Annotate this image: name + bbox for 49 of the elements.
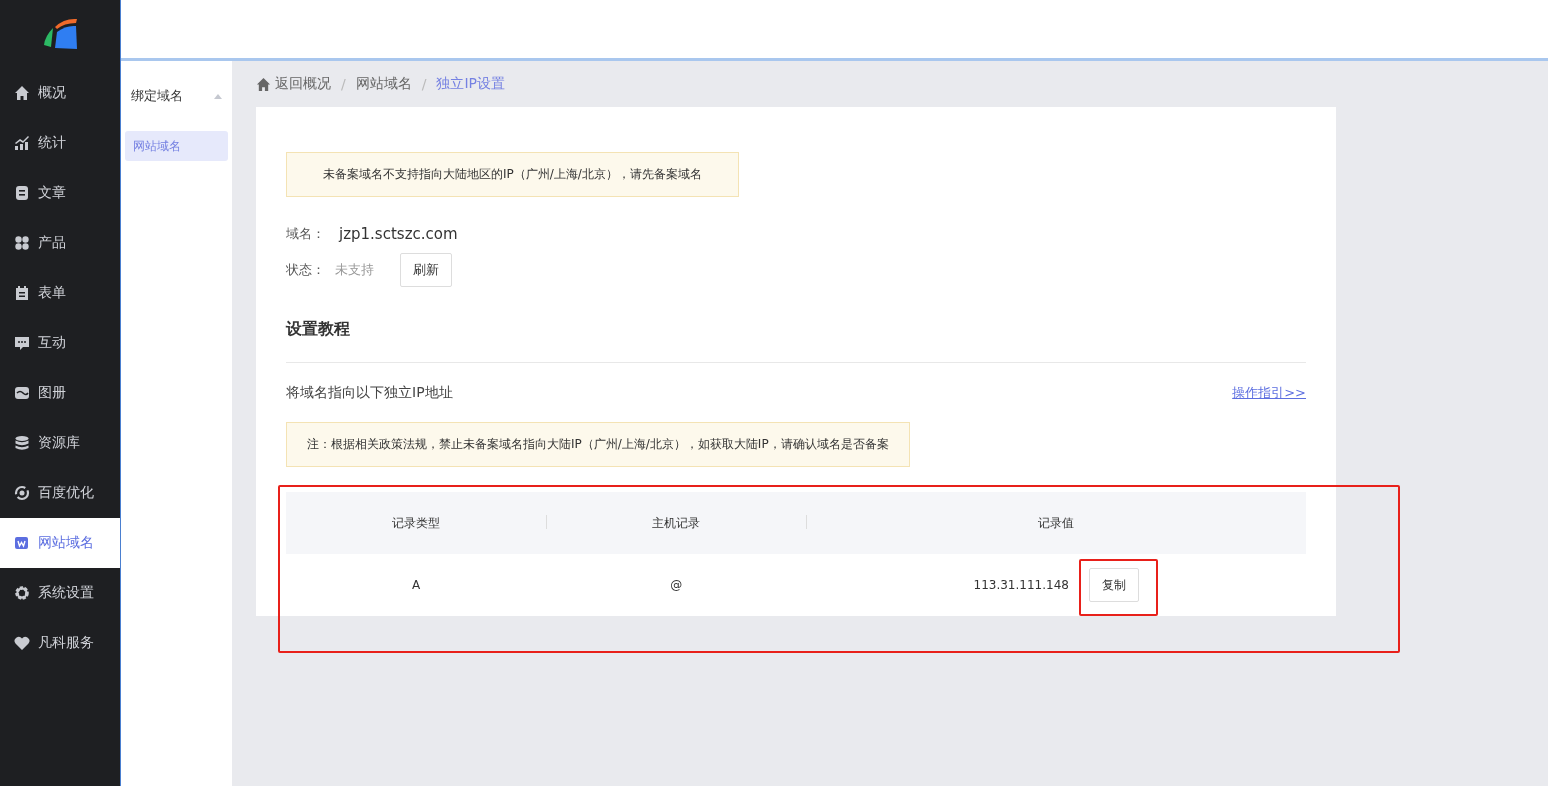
- sidebar-item[interactable]: 资源库: [0, 418, 120, 468]
- picture-icon: [14, 385, 30, 401]
- logo-icon: [42, 16, 78, 52]
- letter-w-icon: [14, 535, 30, 551]
- document-icon: [14, 185, 30, 201]
- warning-banner: 未备案域名不支持指向大陆地区的IP（广州/上海/北京），请先备案域名: [286, 152, 739, 197]
- sidebar-item[interactable]: 文章: [0, 168, 120, 218]
- notice-banner: 注：根据相关政策法规，禁止未备案域名指向大陆IP（广州/上海/北京），如获取大陆IP，请确认域名是否备案: [286, 422, 910, 467]
- sidebar-item[interactable]: 统计: [0, 118, 120, 168]
- field-label: 状态：: [286, 261, 325, 279]
- chat-bubble-icon: [14, 335, 30, 351]
- ring-icon: [14, 485, 30, 501]
- breadcrumb-link[interactable]: 返回概况: [275, 75, 331, 93]
- clipboard-icon: [14, 285, 30, 301]
- database-icon: [14, 435, 30, 451]
- grid-icon: [14, 235, 30, 251]
- sidebar-item[interactable]: 图册: [0, 368, 120, 418]
- instruction-text: 将域名指向以下独立IP地址: [286, 384, 453, 402]
- sidebar-item[interactable]: 百度优化: [0, 468, 120, 518]
- breadcrumb-link[interactable]: 网站域名: [355, 75, 412, 93]
- column-header: 记录值: [806, 492, 1306, 554]
- sidebar-item[interactable]: 系统设置: [0, 568, 120, 618]
- submenu-group[interactable]: 绑定域名: [131, 87, 183, 105]
- sidebar-item[interactable]: 凡科服务: [0, 618, 120, 668]
- column-header: 主机记录: [546, 492, 807, 554]
- sidebar-item[interactable]: 概况: [0, 68, 120, 118]
- table-cell: A: [412, 578, 421, 592]
- guide-link[interactable]: 操作指引>>: [1232, 384, 1306, 402]
- sidebar-item[interactable]: 表单: [0, 268, 120, 318]
- home-icon: [14, 85, 30, 101]
- sidebar-item[interactable]: 互动: [0, 318, 120, 368]
- chart-icon: [14, 135, 30, 151]
- sidebar-item[interactable]: 网站域名: [0, 518, 120, 568]
- breadcrumb-separator: /: [421, 76, 427, 92]
- field-label: 域名：: [286, 225, 325, 243]
- domain-value: jzp1.sctszc.com: [339, 225, 458, 243]
- column-header: 记录类型: [286, 492, 547, 554]
- caret-icon[interactable]: [214, 93, 222, 99]
- section-title: 设置教程: [286, 287, 1306, 363]
- copy-button[interactable]: 复制: [1088, 568, 1139, 602]
- table-cell: 113.31.111.148: [973, 578, 1069, 592]
- breadcrumb-separator: /: [341, 76, 346, 92]
- sidebar-item[interactable]: 产品: [0, 218, 120, 268]
- refresh-button[interactable]: 刷新: [400, 253, 452, 287]
- home-icon: [256, 76, 271, 92]
- table-cell: @: [670, 578, 683, 592]
- heart-icon: [14, 635, 30, 651]
- status-value: 未支持: [335, 261, 374, 279]
- settings-icon: [14, 585, 30, 601]
